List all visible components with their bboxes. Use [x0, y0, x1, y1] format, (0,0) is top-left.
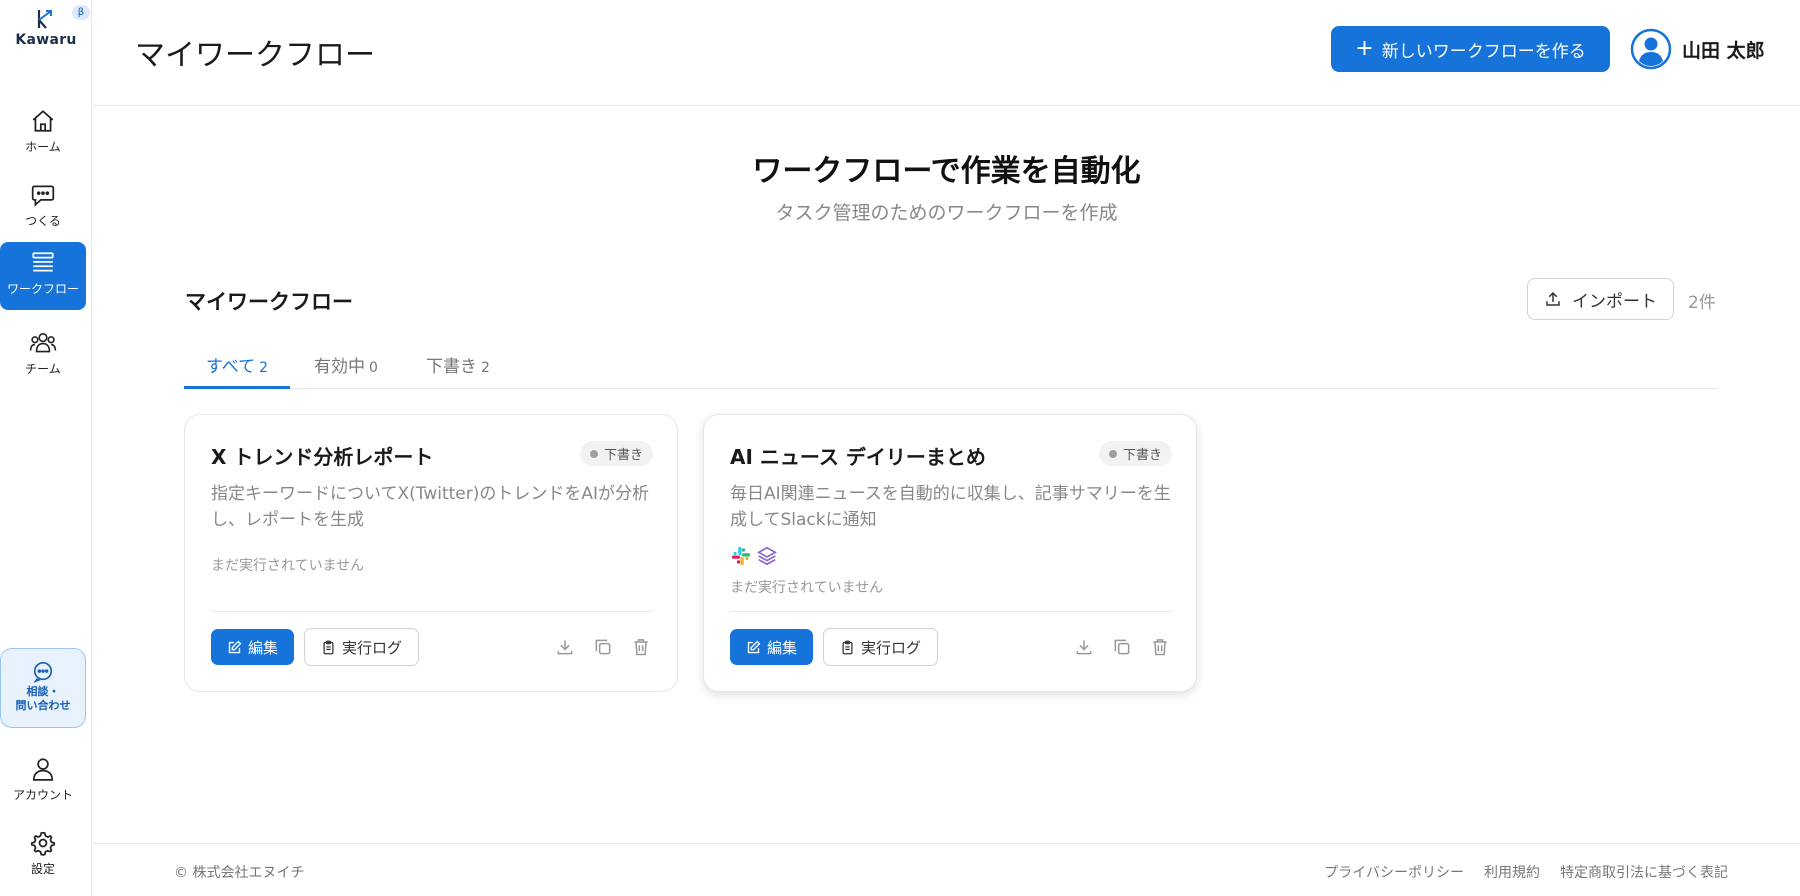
duplicate-icon[interactable] — [593, 637, 613, 657]
status-dot-icon — [589, 449, 598, 458]
card-actions — [555, 637, 651, 657]
kawaru-logo-icon — [37, 10, 52, 29]
run-log-button[interactable]: 実行ログ — [304, 628, 419, 666]
card-description: 指定キーワードについてX(Twitter)のトレンドをAIが分析し、レポートを生… — [211, 484, 650, 530]
sidebar-item-label: ワークフロー — [6, 282, 79, 296]
download-icon[interactable] — [555, 637, 575, 657]
trash-icon[interactable] — [631, 637, 651, 657]
workflow-card[interactable]: AI ニュース デイリーまとめ 下書き 毎日AI関連ニュースを自動的に収集し、記… — [703, 414, 1197, 692]
sidebar-item-team[interactable]: チーム — [0, 322, 86, 390]
edit-label: 編集 — [247, 638, 278, 657]
filter-tabs: すべて 2 有効中 0 下書き 2 — [184, 344, 1718, 389]
run-log-button[interactable]: 実行ログ — [823, 628, 938, 666]
consult-button[interactable]: 相談・ 問い合わせ — [0, 648, 86, 728]
chat-bubble-icon — [31, 185, 55, 207]
sidebar-item-label: チーム — [25, 362, 61, 376]
section-title: マイワークフロー — [185, 290, 353, 314]
card-actions — [1074, 637, 1170, 657]
privacy-policy-link[interactable]: プライバシーポリシー — [1324, 862, 1464, 882]
run-log-label: 実行ログ — [860, 638, 921, 657]
new-workflow-button[interactable]: + 新しいワークフローを作る — [1331, 26, 1610, 72]
edit-icon — [747, 640, 761, 653]
sidebar-item-account[interactable]: アカウント — [0, 748, 86, 816]
consult-label-line2: 問い合わせ — [15, 699, 71, 712]
tab-label: 下書き — [426, 357, 477, 377]
download-icon[interactable] — [1074, 637, 1094, 657]
edit-label: 編集 — [766, 638, 797, 657]
footer: © 株式会社エヌイチ プライバシーポリシー 利用規約 特定商取引法に基づく表記 — [93, 843, 1800, 896]
card-divider — [730, 611, 1172, 612]
trash-icon[interactable] — [1150, 637, 1170, 657]
duplicate-icon[interactable] — [1112, 637, 1132, 657]
clipboard-icon — [323, 640, 334, 654]
card-run-status: まだ実行されていません — [730, 580, 884, 596]
tab-draft[interactable]: 下書き 2 — [404, 352, 512, 389]
slack-icon — [731, 546, 751, 566]
sidebar-item-label: 設定 — [30, 862, 55, 876]
sidebar-item-settings[interactable]: 設定 — [0, 822, 86, 890]
app-root: Kawaru β ホーム つくる ワークフロー チーム 相談・ 問い合わせ アカ… — [0, 0, 1800, 896]
badge-label: 下書き — [603, 448, 643, 463]
avatar-icon — [1630, 28, 1672, 70]
card-title: X トレンド分析レポート — [211, 445, 434, 469]
tab-active[interactable]: 有効中 0 — [292, 352, 400, 389]
commercial-law-link[interactable]: 特定商取引法に基づく表記 — [1560, 862, 1728, 882]
chat-bubble-icon — [33, 662, 53, 683]
page-title: マイワークフロー — [135, 38, 375, 73]
status-badge: 下書き — [1098, 441, 1172, 466]
card-title: AI ニュース デイリーまとめ — [730, 445, 986, 469]
edit-icon — [228, 640, 242, 653]
hero-title: ワークフローで作業を自動化 — [752, 154, 1141, 189]
workflow-card[interactable]: X トレンド分析レポート 下書き 指定キーワードについてX(Twitter)のト… — [184, 414, 678, 692]
upload-icon — [1546, 291, 1560, 306]
edit-button[interactable]: 編集 — [211, 629, 294, 665]
status-dot-icon — [1108, 449, 1117, 458]
team-icon — [29, 333, 57, 353]
new-workflow-label: 新しいワークフローを作る — [1381, 41, 1586, 62]
gear-icon — [30, 831, 56, 856]
status-badge: 下書き — [579, 441, 653, 466]
user-icon — [32, 758, 54, 781]
sidebar-item-home[interactable]: ホーム — [0, 100, 86, 168]
tab-all[interactable]: すべて 2 — [184, 352, 291, 389]
user-menu[interactable]: 山田 太郎 — [1630, 26, 1765, 72]
beta-badge: β — [72, 5, 90, 20]
plus-icon: + — [1355, 36, 1374, 61]
copyright: © 株式会社エヌイチ — [174, 865, 305, 881]
sidebar-item-create[interactable]: つくる — [0, 174, 86, 242]
brand-name: Kawaru — [15, 32, 77, 48]
tab-count: 0 — [369, 360, 378, 376]
sidebar-item-label: アカウント — [12, 788, 73, 802]
tab-count: 2 — [259, 360, 269, 376]
import-label: インポート — [1572, 291, 1657, 312]
consult-label-line1: 相談・ — [26, 685, 60, 698]
top-header: マイワークフロー + 新しいワークフローを作る 山田 太郎 — [93, 0, 1800, 106]
layers-icon — [757, 546, 777, 566]
sidebar-item-workflow[interactable]: ワークフロー — [0, 242, 86, 310]
run-log-label: 実行ログ — [341, 638, 402, 657]
edit-button[interactable]: 編集 — [730, 629, 813, 665]
import-button[interactable]: インポート — [1527, 278, 1674, 320]
card-run-status: まだ実行されていません — [211, 558, 365, 574]
hero-subtitle: タスク管理のためのワークフローを作成 — [775, 202, 1118, 224]
tab-count: 2 — [481, 360, 490, 376]
terms-link[interactable]: 利用規約 — [1484, 862, 1540, 882]
clipboard-icon — [842, 640, 853, 654]
user-name: 山田 太郎 — [1682, 39, 1765, 62]
sidebar-item-label: つくる — [25, 214, 61, 228]
sidebar-item-label: ホーム — [25, 140, 61, 154]
tab-label: すべて — [206, 357, 256, 377]
home-icon — [32, 110, 54, 132]
tab-label: 有効中 — [314, 357, 365, 377]
footer-links: プライバシーポリシー 利用規約 特定商取引法に基づく表記 — [1324, 862, 1728, 882]
workflow-icon — [32, 252, 54, 272]
card-description: 毎日AI関連ニュースを自動的に収集し、記事サマリーを生成してSlackに通知 — [730, 484, 1171, 530]
card-divider — [211, 611, 653, 612]
integration-icons — [730, 545, 778, 567]
workflow-count: 2件 — [1688, 293, 1716, 313]
sidebar: Kawaru β ホーム つくる ワークフロー チーム 相談・ 問い合わせ アカ… — [0, 0, 92, 896]
badge-label: 下書き — [1122, 448, 1162, 463]
